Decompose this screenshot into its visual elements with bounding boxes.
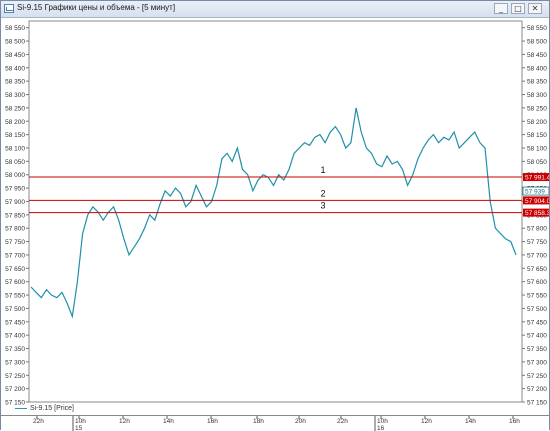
price-tag-label: 57 939 [525,189,545,196]
y-tick-label-right: 58 500 [527,39,547,46]
y-tick-label-left: 57 600 [5,279,25,286]
y-tick-label-left: 57 450 [5,319,25,326]
y-tick-label-left: 58 000 [5,172,25,179]
y-tick-label-left: 57 950 [5,186,25,193]
y-tick-label-left: 58 500 [5,39,25,46]
y-tick-label-right: 57 150 [527,400,547,406]
y-tick-label-right: 57 500 [527,306,547,313]
x-tick-label: 10h [75,418,86,425]
y-tick-label-left: 57 700 [5,252,25,259]
y-tick-label-right: 57 350 [527,346,547,353]
y-tick-label-left: 58 550 [5,25,25,32]
window-title: Si-9.15 Графики цены и объема - [5 минут… [17,3,176,12]
legend-label: Si-9.15 [Price] [30,405,74,412]
x-tick-label: 16h [509,418,520,425]
y-tick-label-right: 58 200 [527,119,547,126]
y-tick-label-left: 57 750 [5,239,25,246]
x-tick-label: 20h [295,418,306,425]
y-tick-label-right: 58 450 [527,52,547,59]
y-tick-label-right: 57 200 [527,386,547,393]
y-tick-label-left: 58 450 [5,52,25,59]
y-tick-label-right: 58 250 [527,105,547,112]
y-tick-label-left: 57 200 [5,386,25,393]
y-tick-label-left: 57 400 [5,333,25,340]
x-day-label: 15 [75,425,83,431]
y-tick-label-right: 57 650 [527,266,547,273]
y-tick-label-left: 57 650 [5,266,25,273]
x-tick-label: 16h [207,418,218,425]
y-tick-label-right: 57 700 [527,252,547,259]
y-tick-label-left: 58 250 [5,105,25,112]
legend: Si-9.15 [Price] [15,405,74,415]
title-bar[interactable]: Si-9.15 Графики цены и объема - [5 минут… [1,1,549,18]
y-tick-label-right: 57 800 [527,226,547,233]
y-tick-label-left: 57 850 [5,212,25,219]
x-tick-label: 10h [377,418,388,425]
y-tick-label-right: 58 050 [527,159,547,166]
y-tick-label-left: 58 200 [5,119,25,126]
y-tick-label-left: 57 300 [5,359,25,366]
plot-area [28,20,523,403]
y-tick-label-left: 57 900 [5,199,25,206]
x-tick-label: 18h [253,418,264,425]
x-tick-label: 22h [337,418,348,425]
price-tag-label: 57 991.4 [525,175,549,182]
y-tick-label-right: 57 750 [527,239,547,246]
x-tick-label: 12h [119,418,130,425]
y-tick-label-left: 58 400 [5,65,25,72]
y-tick-label-right: 57 450 [527,319,547,326]
x-tick-label: 14h [163,418,174,425]
y-tick-label-right: 57 550 [527,293,547,300]
price-tag-label: 57 858.3 [525,210,549,217]
y-tick-label-right: 57 250 [527,373,547,380]
y-tick-label-left: 58 050 [5,159,25,166]
y-tick-label-right: 58 550 [527,25,547,32]
time-axis: 22h 10h 12h 14h 16h 18h 20h 22h 10h 12h 14h 16h 15 16 [1,415,549,431]
legend-line-icon [15,407,27,409]
level-label-2: 2 [320,188,325,198]
level-label-1: 1 [320,165,325,175]
y-tick-label-left: 58 100 [5,146,25,153]
y-tick-label-right: 57 400 [527,333,547,340]
chart-app-icon [4,4,14,13]
y-tick-label-left: 58 300 [5,92,25,99]
y-tick-label-left: 57 550 [5,293,25,300]
close-button[interactable]: ✕ [528,3,542,14]
price-chart[interactable]: 58 550 58 550 58 500 58 500 58 450 58 450 58 4… [1,17,549,405]
y-tick-label-right: 57 300 [527,359,547,366]
x-tick-label: 22h [33,418,44,425]
y-tick-label-left: 58 350 [5,79,25,86]
y-tick-label-left: 57 250 [5,373,25,380]
price-tag-label: 57 904.0 [525,198,549,205]
level-label-3: 3 [320,201,325,211]
minimize-button[interactable]: _ [494,3,508,14]
maximize-button[interactable]: □ [511,3,525,14]
y-tick-label-right: 58 350 [527,79,547,86]
y-tick-label-right: 58 300 [527,92,547,99]
y-tick-label-left: 57 800 [5,226,25,233]
x-day-label: 16 [377,425,385,431]
chart-window: Si-9.15 Графики цены и объема - [5 минут… [0,0,550,431]
y-tick-label-right: 58 150 [527,132,547,139]
x-tick-label: 14h [465,418,476,425]
y-tick-label-left: 57 500 [5,306,25,313]
y-tick-label-left: 57 350 [5,346,25,353]
y-tick-label-right: 58 400 [527,65,547,72]
y-tick-label-right: 57 600 [527,279,547,286]
y-tick-label-right: 58 100 [527,146,547,153]
y-tick-label-left: 58 150 [5,132,25,139]
x-tick-label: 12h [421,418,432,425]
